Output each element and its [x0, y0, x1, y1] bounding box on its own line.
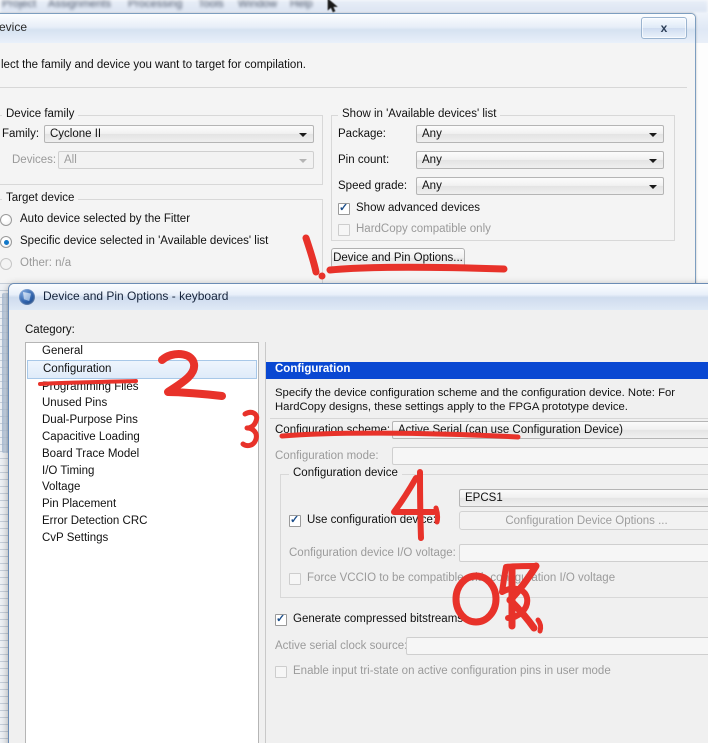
- pin-count-combo[interactable]: Any: [416, 151, 664, 169]
- devices-combo: All: [58, 151, 314, 169]
- hardcopy-compatible-label: HardCopy compatible only: [356, 223, 491, 235]
- mouse-cursor-icon: [327, 0, 338, 13]
- family-value: Cyclone II: [50, 128, 102, 140]
- device-window: evice x lect the family and device you w…: [0, 13, 696, 285]
- menu-processing[interactable]: Processing: [128, 0, 182, 10]
- category-item-voltage[interactable]: Voltage: [26, 479, 258, 496]
- device-family-group: Device family Family: Cyclone II Devices…: [0, 108, 323, 185]
- radio-auto-device[interactable]: [0, 214, 12, 226]
- category-item-cvp-settings[interactable]: CvP Settings: [26, 530, 258, 547]
- package-value: Any: [422, 128, 442, 140]
- category-list[interactable]: General Configuration Programming Files …: [25, 342, 259, 743]
- devices-label: Devices:: [12, 154, 57, 166]
- target-device-group: Target device Auto device selected by th…: [0, 192, 323, 284]
- configuration-device-group: Configuration device EPCS1 Use configura…: [280, 467, 708, 598]
- app-menu-bar[interactable]: Project Assignments Processing Tools Win…: [0, 0, 708, 13]
- menu-project[interactable]: Project: [2, 0, 36, 10]
- chevron-down-icon: [649, 133, 657, 137]
- package-combo[interactable]: Any: [416, 125, 664, 143]
- checkbox-enable-input-tristate: [275, 666, 287, 678]
- checkbox-force-vccio: [289, 573, 301, 585]
- category-item-error-detection-crc[interactable]: Error Detection CRC: [26, 513, 258, 530]
- device-family-legend: Device family: [2, 108, 79, 120]
- screen-root: Project Assignments Processing Tools Win…: [0, 0, 708, 743]
- menu-assignments[interactable]: Assignments: [48, 0, 111, 10]
- dialog-title: Device and Pin Options - keyboard: [43, 289, 229, 303]
- checkbox-hardcopy-compatible: [338, 224, 350, 236]
- chevron-down-icon: [649, 159, 657, 163]
- speed-grade-combo[interactable]: Any: [416, 177, 664, 195]
- config-device-io-voltage-label: Configuration device I/O voltage:: [289, 547, 456, 559]
- config-device-io-voltage-combo: [459, 544, 708, 562]
- device-and-pin-options-button[interactable]: Device and Pin Options...: [331, 248, 465, 268]
- configuration-mode-combo: [392, 447, 708, 465]
- category-item-general[interactable]: General: [26, 343, 258, 360]
- force-vccio-label: Force VCCIO to be compatible with config…: [307, 572, 616, 584]
- target-device-legend: Target device: [2, 192, 79, 204]
- device-window-title: evice: [0, 20, 28, 34]
- epcs-value: EPCS1: [465, 492, 503, 504]
- available-devices-legend: Show in 'Available devices' list: [338, 108, 501, 120]
- available-devices-group: Show in 'Available devices' list Package…: [331, 108, 675, 241]
- category-item-unused-pins[interactable]: Unused Pins: [26, 395, 258, 412]
- configuration-pane: Configuration Specify the device configu…: [265, 342, 708, 743]
- category-item-board-trace-model[interactable]: Board Trace Model: [26, 446, 258, 463]
- family-combo[interactable]: Cyclone II: [44, 125, 314, 143]
- enable-input-tristate-label: Enable input tri-state on active configu…: [293, 665, 611, 677]
- device-window-body: lect the family and device you want to t…: [0, 43, 695, 284]
- category-item-programming-files[interactable]: Programming Files: [26, 379, 258, 396]
- checkbox-generate-compressed-bitstreams[interactable]: [275, 612, 287, 626]
- configuration-mode-label: Configuration mode:: [275, 450, 379, 462]
- configuration-scheme-value: Active Serial (can use Configuration Dev…: [398, 424, 623, 436]
- checkbox-use-configuration-device[interactable]: [289, 513, 301, 527]
- radio-auto-device-label: Auto device selected by the Fitter: [20, 213, 191, 225]
- radio-other-device-label: Other: n/a: [20, 257, 72, 269]
- active-serial-clock-source-combo: [406, 637, 708, 655]
- pane-header: Configuration: [266, 362, 708, 379]
- generate-compressed-bitstreams-label: Generate compressed bitstreams: [293, 613, 464, 625]
- chevron-down-icon: [299, 159, 307, 163]
- chevron-down-icon: [649, 185, 657, 189]
- divider: [0, 87, 687, 88]
- pane-description: Specify the device configuration scheme …: [275, 387, 676, 413]
- configuration-device-options-button[interactable]: Configuration Device Options ...: [459, 511, 708, 530]
- category-label: Category:: [25, 324, 75, 336]
- close-button[interactable]: x: [641, 17, 687, 39]
- speed-grade-label: Speed grade:: [338, 180, 408, 192]
- package-label: Package:: [338, 128, 386, 140]
- family-label: Family:: [2, 128, 40, 140]
- radio-specific-device[interactable]: [0, 236, 12, 248]
- pin-count-label: Pin count:: [338, 154, 390, 166]
- device-and-pin-options-dialog: Device and Pin Options - keyboard Catego…: [8, 283, 708, 743]
- menu-window[interactable]: Window: [238, 0, 277, 10]
- checkbox-show-advanced-devices[interactable]: [338, 201, 350, 215]
- use-configuration-device-label: Use configuration device:: [307, 514, 437, 526]
- pin-count-value: Any: [422, 154, 442, 166]
- radio-other-device: [0, 258, 12, 270]
- category-item-io-timing[interactable]: I/O Timing: [26, 463, 258, 480]
- configuration-device-legend: Configuration device: [289, 467, 402, 479]
- category-item-capacitive-loading[interactable]: Capacitive Loading: [26, 429, 258, 446]
- dialog-body: Category: General Configuration Programm…: [9, 310, 708, 743]
- menu-help[interactable]: Help: [290, 0, 313, 10]
- quartus-app-icon: [19, 289, 35, 305]
- speed-grade-value: Any: [422, 180, 442, 192]
- category-item-configuration[interactable]: Configuration: [27, 359, 257, 379]
- show-advanced-devices-label: Show advanced devices: [356, 202, 481, 214]
- device-window-intro: lect the family and device you want to t…: [1, 59, 306, 71]
- dialog-titlebar: Device and Pin Options - keyboard: [9, 284, 708, 311]
- device-window-titlebar: evice x: [0, 14, 695, 43]
- configuration-device-combo[interactable]: EPCS1: [459, 489, 708, 507]
- chevron-down-icon: [299, 133, 307, 137]
- menu-tools[interactable]: Tools: [198, 0, 224, 10]
- category-item-pin-placement[interactable]: Pin Placement: [26, 496, 258, 513]
- active-serial-clock-source-label: Active serial clock source:: [275, 640, 408, 652]
- configuration-scheme-combo[interactable]: Active Serial (can use Configuration Dev…: [392, 421, 708, 439]
- devices-value: All: [64, 154, 77, 166]
- radio-specific-device-label: Specific device selected in 'Available d…: [20, 235, 269, 247]
- category-item-dual-purpose-pins[interactable]: Dual-Purpose Pins: [26, 412, 258, 429]
- configuration-scheme-label: Configuration scheme:: [275, 424, 391, 436]
- pane-divider: [270, 418, 708, 419]
